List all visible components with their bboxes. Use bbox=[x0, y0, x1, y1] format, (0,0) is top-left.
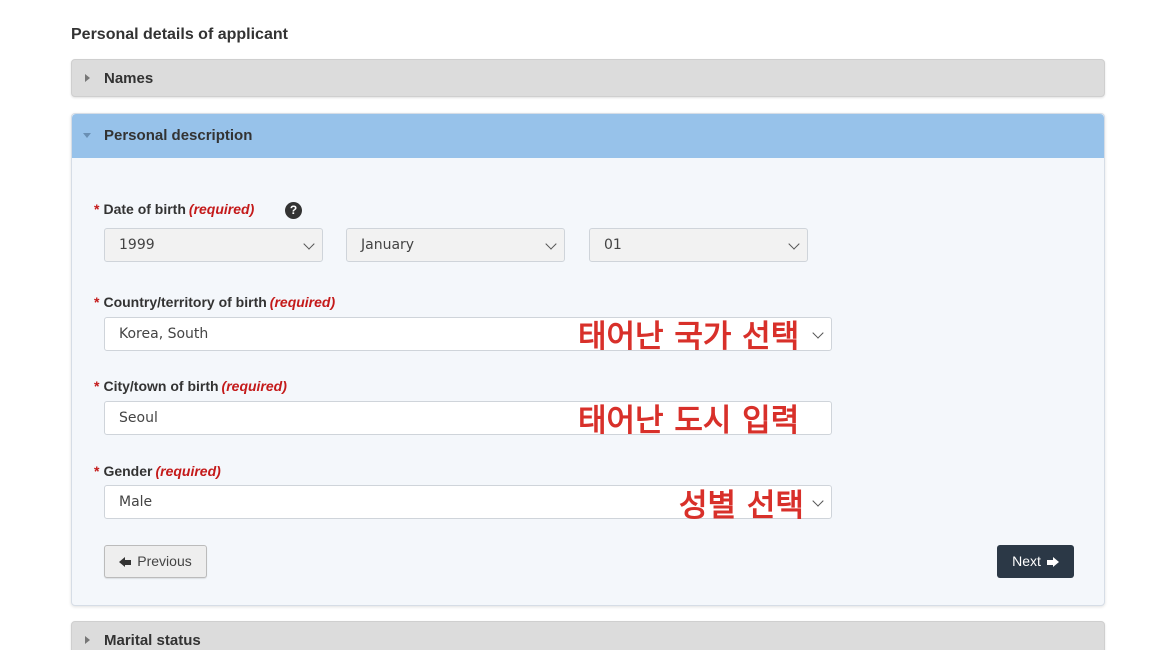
birth-year-select[interactable]: 1999 bbox=[104, 228, 323, 262]
date-of-birth-label-text: Date of birth bbox=[103, 201, 186, 217]
birth-day-value: 01 bbox=[604, 237, 622, 253]
birth-day-select[interactable]: 01 bbox=[589, 228, 808, 262]
accordion-names[interactable]: Names bbox=[71, 59, 1105, 97]
gender-label: * Gender (required) bbox=[94, 463, 221, 479]
annotation-city: 태어난 도시 입력 bbox=[578, 403, 800, 439]
required-tag: (required) bbox=[221, 378, 287, 394]
arrow-right-icon bbox=[1052, 557, 1059, 568]
birth-year-value: 1999 bbox=[119, 237, 155, 253]
next-button-label: Next bbox=[1012, 553, 1041, 569]
required-tag: (required) bbox=[188, 201, 255, 217]
country-of-birth-label: * Country/territory of birth (required) bbox=[94, 294, 335, 310]
country-of-birth-label-text: Country/territory of birth bbox=[103, 294, 267, 310]
city-of-birth-label: * City/town of birth (required) bbox=[94, 378, 287, 394]
birth-month-select[interactable]: January bbox=[346, 228, 565, 262]
caret-right-icon bbox=[85, 636, 90, 644]
previous-button-label: Previous bbox=[137, 553, 192, 569]
chevron-down-icon bbox=[788, 238, 800, 250]
accordion-personal-description-label: Personal description bbox=[104, 127, 253, 144]
caret-right-icon bbox=[85, 74, 90, 82]
gender-label-text: Gender bbox=[103, 463, 153, 479]
accordion-personal-description: Personal description * Date of birth (requ… bbox=[71, 113, 1105, 606]
question-circle-icon[interactable]: ? bbox=[285, 202, 302, 219]
accordion-marital-status-label: Marital status bbox=[104, 632, 201, 649]
required-star: * bbox=[94, 378, 100, 394]
birth-month-value: January bbox=[361, 237, 415, 253]
accordion-names-label: Names bbox=[104, 70, 154, 87]
chevron-down-icon bbox=[545, 238, 557, 250]
previous-button[interactable]: Previous bbox=[104, 545, 207, 578]
annotation-country: 태어난 국가 선택 bbox=[578, 319, 800, 355]
chevron-down-icon bbox=[812, 495, 824, 507]
annotation-gender: 성별 선택 bbox=[679, 488, 804, 524]
page-title: Personal details of applicant bbox=[71, 26, 288, 43]
required-star: * bbox=[94, 294, 100, 310]
city-of-birth-value: Seoul bbox=[119, 410, 158, 426]
chevron-down-icon bbox=[812, 327, 824, 339]
country-of-birth-value: Korea, South bbox=[119, 326, 209, 342]
required-tag: (required) bbox=[269, 294, 336, 310]
required-star: * bbox=[94, 463, 100, 479]
required-star: * bbox=[94, 201, 100, 217]
chevron-down-icon bbox=[303, 238, 315, 250]
next-button[interactable]: Next bbox=[997, 545, 1074, 578]
accordion-marital-status[interactable]: Marital status bbox=[71, 621, 1105, 650]
required-tag: (required) bbox=[155, 463, 221, 479]
date-of-birth-label: * Date of birth (required) bbox=[94, 201, 254, 217]
caret-down-icon bbox=[83, 133, 91, 138]
accordion-personal-description-header[interactable]: Personal description bbox=[72, 114, 1104, 158]
gender-value: Male bbox=[119, 494, 153, 510]
city-of-birth-label-text: City/town of birth bbox=[103, 378, 219, 394]
